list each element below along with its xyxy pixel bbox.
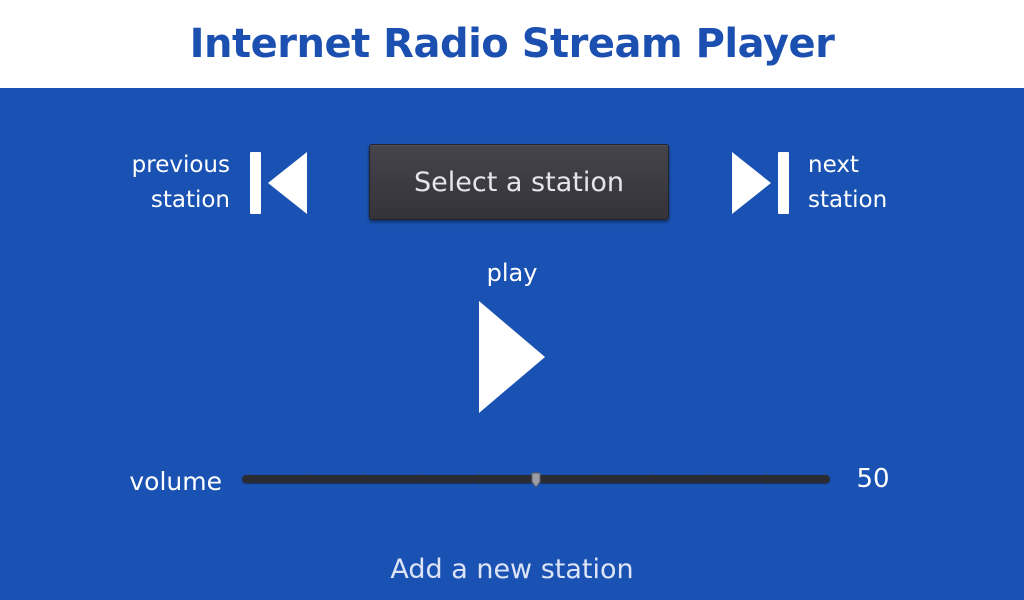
next-station-label: next station bbox=[808, 148, 938, 218]
play-button[interactable] bbox=[478, 300, 546, 414]
station-select-button[interactable]: Select a station bbox=[369, 144, 669, 220]
previous-station-button[interactable] bbox=[247, 151, 309, 215]
previous-station-label: previous station bbox=[100, 148, 230, 218]
previous-label-line2: station bbox=[150, 187, 230, 213]
player-panel: previous station Select a station next s… bbox=[0, 88, 1024, 600]
volume-slider[interactable] bbox=[240, 472, 832, 488]
volume-value: 50 bbox=[856, 464, 890, 494]
volume-label: volume bbox=[129, 467, 222, 496]
play-icon bbox=[479, 301, 545, 413]
next-label-line1: next bbox=[808, 152, 859, 178]
skip-previous-icon bbox=[250, 152, 307, 214]
app-title: Internet Radio Stream Player bbox=[189, 21, 835, 67]
next-station-button[interactable] bbox=[730, 151, 792, 215]
add-station-button[interactable]: Add a new station bbox=[362, 554, 662, 585]
next-label-line2: station bbox=[808, 187, 888, 213]
skip-next-icon bbox=[732, 152, 789, 214]
app-header: Internet Radio Stream Player bbox=[0, 0, 1024, 88]
previous-label-line1: previous bbox=[131, 152, 230, 178]
volume-slider-thumb[interactable] bbox=[531, 472, 541, 488]
play-label: play bbox=[486, 259, 538, 287]
